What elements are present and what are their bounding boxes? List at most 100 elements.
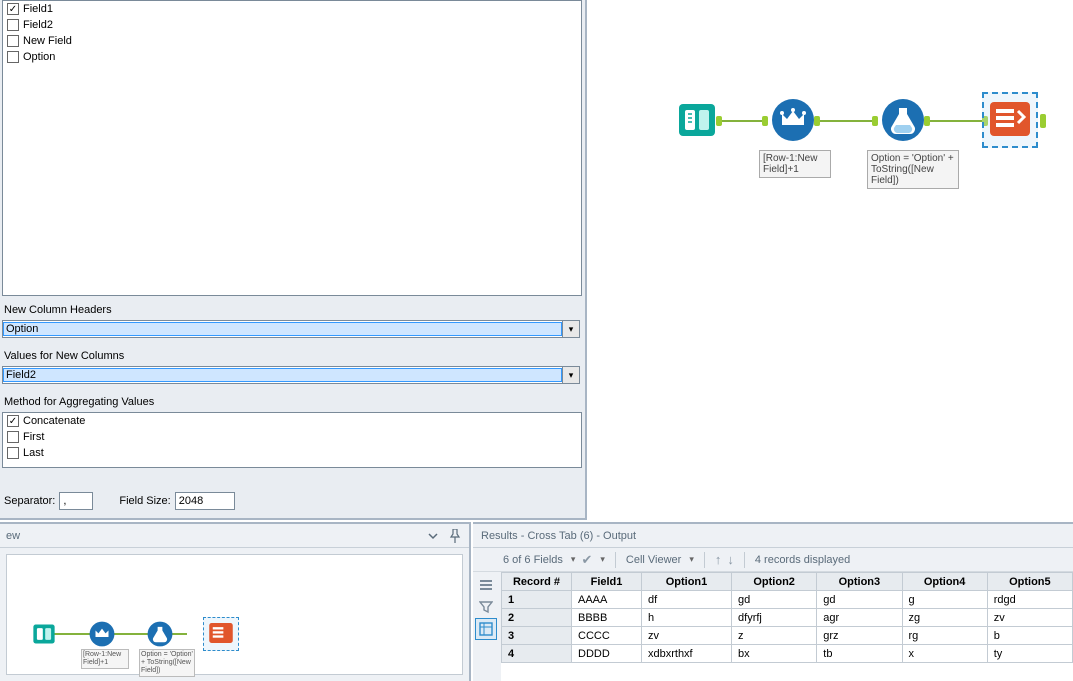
config-panel: Field1 Field2 New Field Option New Colum… xyxy=(0,0,587,520)
tool-annotation: [Row-1:New Field]+1 xyxy=(759,150,831,178)
multi-row-formula-tool-icon[interactable] xyxy=(89,621,115,650)
arrow-down-icon[interactable]: ↓ xyxy=(727,552,734,567)
combo-value: Option xyxy=(3,322,562,336)
overview-pane: ew [Row-1:New Field]+1 Option = 'Option xyxy=(0,522,471,681)
checkbox-field1[interactable] xyxy=(7,3,19,15)
column-header[interactable]: Option3 xyxy=(817,573,902,591)
arrow-up-icon[interactable]: ↑ xyxy=(715,552,722,567)
data-cell[interactable]: b xyxy=(987,627,1072,645)
data-cell[interactable]: z xyxy=(732,627,817,645)
data-cell[interactable]: bx xyxy=(732,645,817,663)
view-filter-icon[interactable] xyxy=(475,596,497,618)
checkbox-concatenate[interactable] xyxy=(7,415,19,427)
data-cell[interactable]: gd xyxy=(732,591,817,609)
values-for-new-columns-select[interactable]: Field2 ▾ xyxy=(2,366,580,384)
connector xyxy=(817,120,875,122)
column-header[interactable]: Option1 xyxy=(641,573,731,591)
agg-option[interactable]: Last xyxy=(3,445,581,461)
row-number-cell[interactable]: 2 xyxy=(502,609,572,627)
text-input-tool-icon[interactable] xyxy=(31,621,57,650)
workflow-canvas[interactable]: [Row-1:New Field]+1 Option = 'Option' + … xyxy=(589,0,1073,520)
field-size-input[interactable] xyxy=(175,492,235,510)
chevron-down-icon[interactable]: ▾ xyxy=(689,554,694,565)
overview-title: ew xyxy=(6,530,20,542)
fields-summary[interactable]: 6 of 6 Fields xyxy=(503,554,563,566)
checkbox-last[interactable] xyxy=(7,447,19,459)
cell-viewer-button[interactable]: Cell Viewer xyxy=(626,554,681,566)
column-header[interactable]: Option5 xyxy=(987,573,1072,591)
agg-label: First xyxy=(23,431,44,443)
checkbox-newfield[interactable] xyxy=(7,35,19,47)
data-cell[interactable]: rdgd xyxy=(987,591,1072,609)
agg-option[interactable]: First xyxy=(3,429,581,445)
row-number-cell[interactable]: 3 xyxy=(502,627,572,645)
cross-tab-tool-icon[interactable] xyxy=(209,623,233,646)
column-header[interactable]: Option4 xyxy=(902,573,987,591)
new-column-headers-label: New Column Headers xyxy=(4,304,112,316)
table-row[interactable]: 2BBBBhdfyrfjagrzgzv xyxy=(502,609,1073,627)
table-row[interactable]: 4DDDDxdbxrthxfbxtbxty xyxy=(502,645,1073,663)
view-data-icon[interactable] xyxy=(475,618,497,640)
field-list-item[interactable]: Field2 xyxy=(3,17,581,33)
table-row[interactable]: 1AAAAdfgdgdgrdgd xyxy=(502,591,1073,609)
chevron-down-icon[interactable] xyxy=(425,528,441,544)
agg-label: Concatenate xyxy=(23,415,85,427)
data-cell[interactable]: zg xyxy=(902,609,987,627)
data-cell[interactable]: zv xyxy=(641,627,731,645)
dropdown-icon[interactable]: ▾ xyxy=(562,367,579,383)
aggregation-method-list: Concatenate First Last xyxy=(2,412,582,468)
text-input-tool-icon[interactable] xyxy=(675,98,719,142)
table-row[interactable]: 3CCCCzvzgrzrgb xyxy=(502,627,1073,645)
row-number-cell[interactable]: 4 xyxy=(502,645,572,663)
multi-row-formula-tool-icon[interactable] xyxy=(771,98,815,142)
data-cell[interactable]: agr xyxy=(817,609,902,627)
group-by-field-list[interactable]: Field1 Field2 New Field Option xyxy=(2,0,582,296)
cross-tab-tool-icon[interactable] xyxy=(990,102,1030,136)
data-cell[interactable]: x xyxy=(902,645,987,663)
checkbox-option[interactable] xyxy=(7,51,19,63)
separator-input[interactable] xyxy=(59,492,93,510)
data-cell[interactable]: dfyrfj xyxy=(732,609,817,627)
field-list-item[interactable]: Field1 xyxy=(3,1,581,17)
field-list-item[interactable]: Option xyxy=(3,49,581,65)
output-anchor[interactable] xyxy=(1040,114,1046,128)
formula-tool-icon[interactable] xyxy=(881,98,925,142)
new-column-headers-select[interactable]: Option ▾ xyxy=(2,320,580,338)
data-cell[interactable]: BBBB xyxy=(572,609,642,627)
view-metadata-icon[interactable] xyxy=(475,574,497,596)
chevron-down-icon[interactable]: ▾ xyxy=(571,554,576,565)
data-cell[interactable]: rg xyxy=(902,627,987,645)
data-cell[interactable]: tb xyxy=(817,645,902,663)
data-cell[interactable]: gd xyxy=(817,591,902,609)
data-cell[interactable]: xdbxrthxf xyxy=(641,645,731,663)
data-cell[interactable]: grz xyxy=(817,627,902,645)
agg-option[interactable]: Concatenate xyxy=(3,413,581,429)
chevron-down-icon[interactable]: ▾ xyxy=(600,554,605,565)
field-list-item[interactable]: New Field xyxy=(3,33,581,49)
column-header[interactable]: Option2 xyxy=(732,573,817,591)
results-grid[interactable]: Record #Field1Option1Option2Option3Optio… xyxy=(501,572,1073,681)
data-cell[interactable]: zv xyxy=(987,609,1072,627)
data-cell[interactable]: DDDD xyxy=(572,645,642,663)
row-number-cell[interactable]: 1 xyxy=(502,591,572,609)
values-for-new-columns-label: Values for New Columns xyxy=(4,350,124,362)
pin-icon[interactable] xyxy=(447,528,463,544)
field-size-label: Field Size: xyxy=(119,495,170,507)
data-cell[interactable]: CCCC xyxy=(572,627,642,645)
checkbox-field2[interactable] xyxy=(7,19,19,31)
checkbox-first[interactable] xyxy=(7,431,19,443)
data-cell[interactable]: ty xyxy=(987,645,1072,663)
data-cell[interactable]: df xyxy=(641,591,731,609)
overview-mini-canvas[interactable]: [Row-1:New Field]+1 Option = 'Option' + … xyxy=(6,554,463,675)
dropdown-icon[interactable]: ▾ xyxy=(562,321,579,337)
data-cell[interactable]: g xyxy=(902,591,987,609)
field-label: Field1 xyxy=(23,3,53,15)
column-header[interactable]: Record # xyxy=(502,573,572,591)
data-cell[interactable]: h xyxy=(641,609,731,627)
results-toolbar: 6 of 6 Fields ▾ ✔ ▾ Cell Viewer ▾ ↑ ↓ 4 … xyxy=(473,548,1073,572)
checkmark-icon[interactable]: ✔ xyxy=(581,552,592,568)
column-header[interactable]: Field1 xyxy=(572,573,642,591)
formula-tool-icon[interactable] xyxy=(147,621,173,650)
data-cell[interactable]: AAAA xyxy=(572,591,642,609)
overview-header: ew xyxy=(0,524,469,548)
